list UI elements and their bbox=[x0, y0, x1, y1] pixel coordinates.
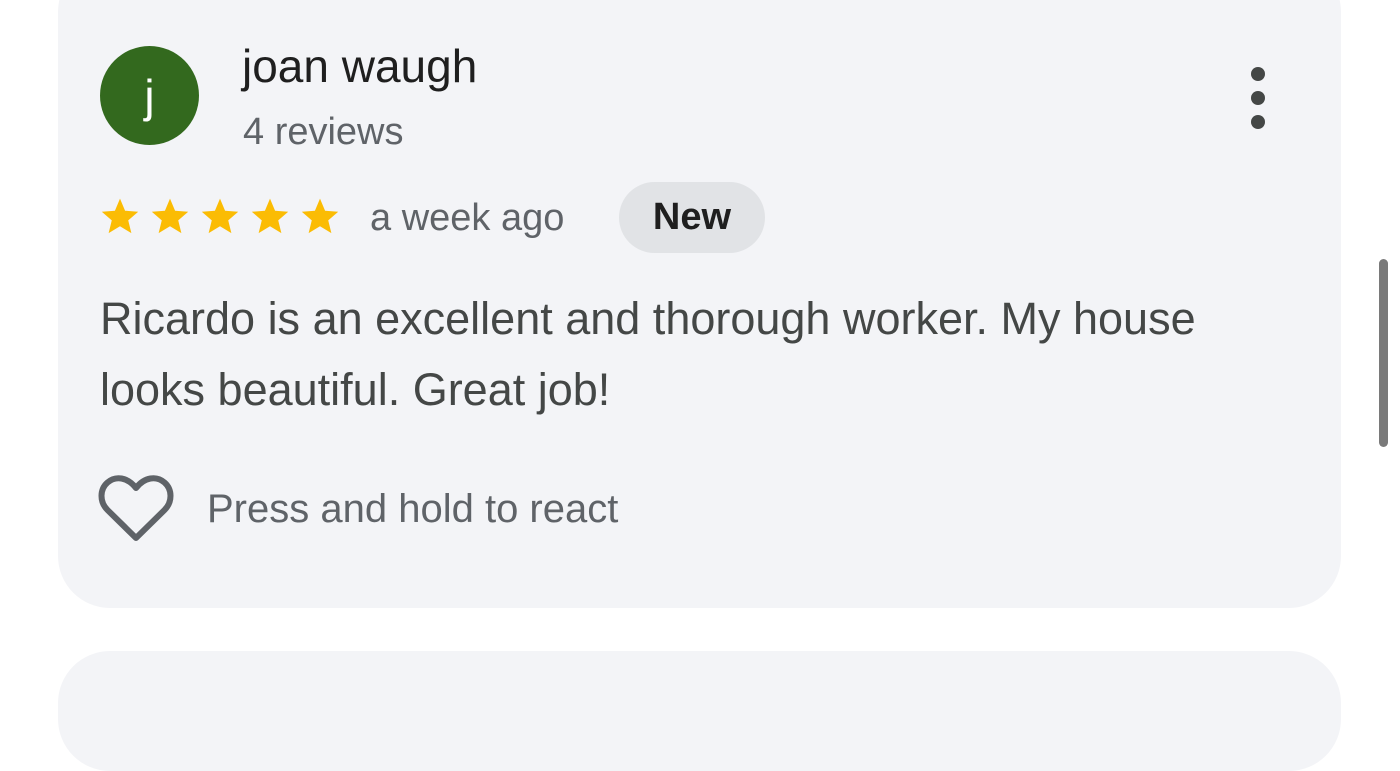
reviewer-name[interactable]: joan waugh bbox=[242, 38, 477, 94]
star-icon bbox=[201, 198, 239, 234]
more-options-button[interactable] bbox=[1232, 62, 1284, 134]
new-badge: New bbox=[619, 182, 765, 253]
star-icon bbox=[251, 198, 289, 234]
more-vert-icon bbox=[1251, 67, 1265, 81]
avatar-letter: j bbox=[144, 69, 155, 122]
review-text: Ricardo is an excellent and thorough wor… bbox=[100, 293, 1196, 415]
star-icon bbox=[301, 198, 339, 234]
reviewer-review-count: 4 reviews bbox=[243, 111, 404, 153]
review-timestamp: a week ago bbox=[370, 197, 565, 239]
star-rating bbox=[99, 196, 341, 238]
star-icon bbox=[101, 198, 139, 234]
next-review-card bbox=[58, 651, 1341, 771]
star-icon bbox=[151, 198, 189, 234]
react-prompt: Press and hold to react bbox=[207, 487, 619, 531]
scrollbar-thumb[interactable] bbox=[1379, 259, 1388, 447]
heart-outline-icon[interactable] bbox=[98, 474, 174, 544]
avatar[interactable]: j bbox=[100, 46, 199, 145]
